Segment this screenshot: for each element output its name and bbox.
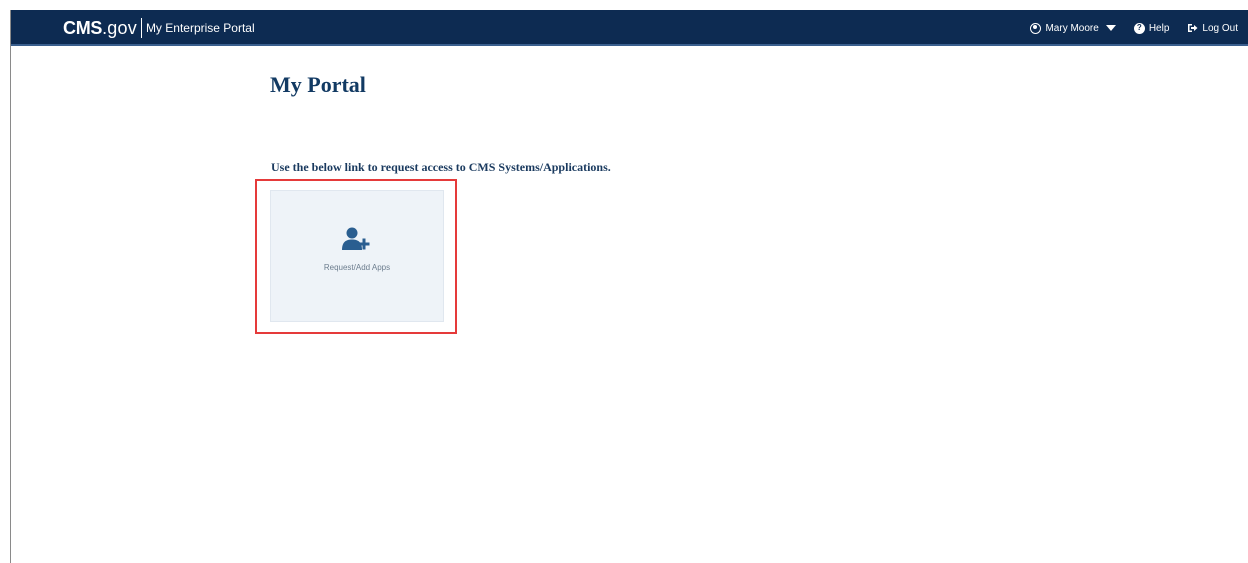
question-circle-icon: ? <box>1133 22 1145 34</box>
intro-text: Use the below link to request access to … <box>271 160 611 174</box>
window-edge <box>10 10 11 563</box>
help-label: Help <box>1148 22 1170 34</box>
logout-label: Log Out <box>1202 22 1238 34</box>
brand-gov-text: .gov <box>102 17 137 38</box>
caret-down-icon <box>1105 25 1116 31</box>
top-navigation-bar: CMS .gov My Enterprise Portal Mary Moore … <box>11 10 1248 46</box>
brand-divider <box>140 18 142 38</box>
help-link[interactable]: ? Help <box>1133 22 1170 34</box>
portal-name: My Enterprise Portal <box>145 21 255 35</box>
page-title: My Portal <box>270 72 366 97</box>
logout-link[interactable]: Log Out <box>1187 23 1238 34</box>
user-menu-button[interactable]: Mary Moore <box>1030 22 1116 34</box>
user-plus-icon <box>342 227 370 250</box>
brand-cms-text: CMS <box>63 17 103 38</box>
user-name: Mary Moore <box>1045 22 1099 34</box>
tile-label: Request/Add Apps <box>323 263 391 272</box>
sign-out-icon <box>1188 24 1198 32</box>
user-circle-icon <box>1030 22 1042 34</box>
request-add-apps-tile[interactable]: Request/Add Apps <box>270 190 444 322</box>
header-actions: Mary Moore ? Help Log Out <box>1030 10 1238 46</box>
brand-logo[interactable]: CMS .gov My Enterprise Portal <box>63 10 255 46</box>
